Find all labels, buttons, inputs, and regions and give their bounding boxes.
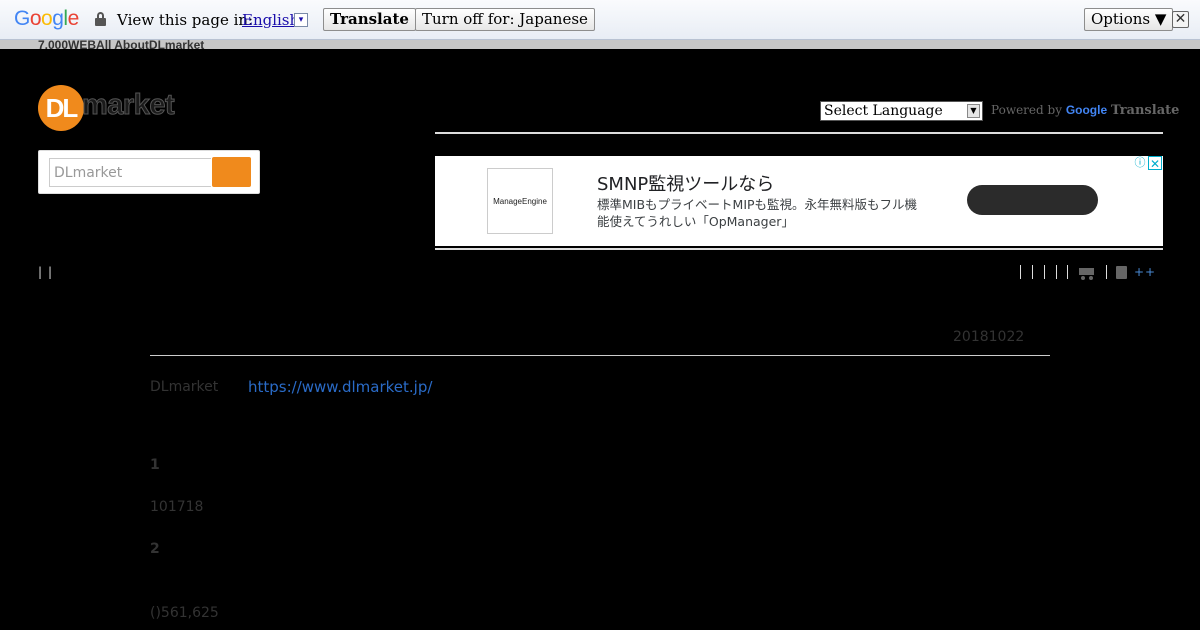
select-caret-icon: ▼ — [967, 104, 980, 118]
language-select-value: Select Language — [824, 103, 943, 119]
advertiser-logo: ManageEngine — [487, 168, 553, 234]
nav-separator — [1056, 265, 1057, 279]
search-button[interactable] — [212, 157, 251, 187]
language-dropdown-icon[interactable]: ▾ — [294, 13, 308, 27]
bag-icon[interactable] — [1116, 266, 1127, 279]
translate-button[interactable]: Translate — [323, 8, 416, 31]
logo-mark: DL — [38, 85, 84, 131]
cart-icon[interactable] — [1076, 266, 1096, 280]
powered-by-label: Powered by — [991, 103, 1062, 117]
logo-word: market — [81, 89, 175, 122]
search-input[interactable] — [49, 158, 211, 187]
nav-plus-links[interactable]: ++ — [1134, 265, 1156, 279]
header-rule-bottom — [435, 248, 1163, 250]
advertisement-banner[interactable]: ⓘ ✕ ManageEngine SMNP監視ツールなら 標準MIBもプライベー… — [435, 156, 1163, 246]
nav-separator — [1020, 265, 1021, 279]
google-translate-bar: Google View this page in: English ▾ Tran… — [0, 0, 1200, 40]
ad-description: 標準MIBもプライベートMIPも監視。永年無料版もフル機能使えてうれしい「OpM… — [597, 197, 918, 229]
options-button[interactable]: Options ▼ — [1084, 8, 1174, 31]
nav-separator — [1032, 265, 1033, 279]
top-strip-text: 7,000WEBAll AboutDLmarket — [38, 40, 205, 49]
section-1-value: 101718 — [150, 499, 204, 515]
ad-cta-button[interactable] — [967, 185, 1098, 215]
google-logo: Google — [14, 7, 79, 30]
ad-info-icon[interactable]: ⓘ — [1133, 156, 1147, 170]
section-2-number: 2 — [150, 541, 160, 557]
ad-title[interactable]: SMNP監視ツールなら — [597, 170, 774, 196]
top-info-strip: 7,000WEBAll AboutDLmarket — [0, 40, 1200, 49]
lock-icon — [95, 12, 106, 26]
google-mini-logo: Google — [1065, 103, 1108, 117]
nav-left-links[interactable]: || — [38, 265, 58, 279]
powered-by-google-translate: Powered by Google Translate — [991, 103, 1179, 118]
dlmarket-logo[interactable]: DL market — [38, 85, 188, 131]
target-language-link[interactable]: English — [242, 11, 299, 29]
nav-separator — [1106, 265, 1107, 279]
search-box — [38, 150, 260, 194]
ad-close-icon[interactable]: ✕ — [1148, 156, 1162, 171]
language-select[interactable]: Select Language ▼ — [820, 101, 983, 121]
content-divider — [150, 355, 1050, 356]
publish-date: 20181022 — [953, 329, 1025, 345]
close-icon[interactable]: ✕ — [1172, 11, 1189, 28]
translate-prompt-label: View this page in: — [117, 11, 254, 29]
nav-separator — [1044, 265, 1045, 279]
section-1-number: 1 — [150, 457, 160, 473]
header-rule-top — [435, 132, 1163, 134]
site-label: DLmarket — [150, 379, 219, 395]
nav-separator — [1067, 265, 1068, 279]
translate-word[interactable]: Translate — [1111, 103, 1179, 118]
turn-off-translation-button[interactable]: Turn off for: Japanese — [415, 8, 595, 31]
section-2-value: ()561,625 — [150, 605, 219, 621]
site-url-link[interactable]: https://www.dlmarket.jp/ — [248, 378, 432, 396]
